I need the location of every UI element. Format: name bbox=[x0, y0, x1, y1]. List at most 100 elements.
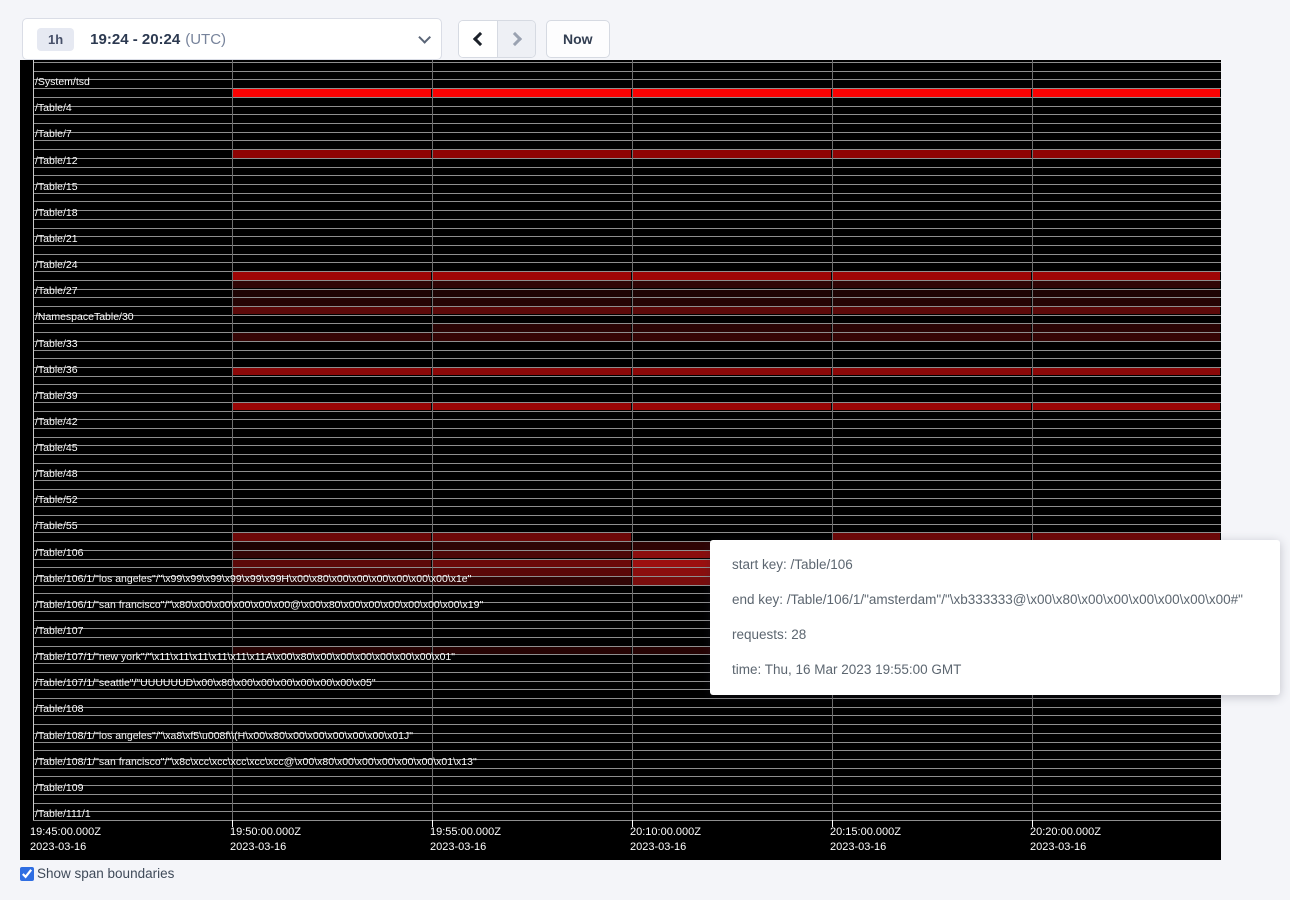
show-span-boundaries-checkbox[interactable] bbox=[20, 867, 34, 881]
heatmap-cell[interactable] bbox=[433, 333, 631, 341]
span-boundary-line bbox=[33, 437, 1221, 438]
heatmap-cell[interactable] bbox=[1033, 290, 1220, 298]
axis-label: 19:45:00.000Z2023-03-16 bbox=[30, 825, 101, 855]
heatmap-cell[interactable] bbox=[633, 298, 831, 306]
heatmap-cell[interactable] bbox=[833, 368, 1031, 376]
heatmap-cell[interactable] bbox=[233, 298, 431, 306]
heatmap-cell[interactable] bbox=[1033, 89, 1220, 97]
heatmap-cell[interactable] bbox=[233, 333, 431, 341]
heatmap-cell[interactable] bbox=[1033, 272, 1220, 280]
span-boundary-line bbox=[33, 471, 1221, 472]
heatmap-cell[interactable] bbox=[833, 298, 1031, 306]
chevron-down-icon bbox=[418, 31, 431, 44]
span-label: /Table/107/1/"new york"/"\x11\x11\x11\x1… bbox=[35, 651, 455, 663]
heatmap-cell[interactable] bbox=[433, 551, 631, 559]
span-boundary-line bbox=[33, 315, 1221, 316]
heatmap-cell[interactable] bbox=[1033, 150, 1220, 158]
time-nav-group bbox=[458, 20, 536, 58]
span-boundary-line bbox=[33, 376, 1221, 377]
span-boundary-line bbox=[33, 71, 1221, 72]
heatmap-cell[interactable] bbox=[433, 89, 631, 97]
heatmap-cell[interactable] bbox=[633, 324, 831, 332]
heatmap-cell[interactable] bbox=[233, 551, 431, 559]
heatmap-cell[interactable] bbox=[233, 368, 431, 376]
heatmap-cell[interactable] bbox=[1033, 298, 1220, 306]
heatmap-cell[interactable] bbox=[833, 89, 1031, 97]
heatmap-cell[interactable] bbox=[633, 403, 831, 411]
next-time-button[interactable] bbox=[497, 21, 535, 57]
column-gridline bbox=[1032, 60, 1033, 820]
span-label: /Table/15 bbox=[35, 181, 78, 193]
heatmap-cell[interactable] bbox=[233, 307, 431, 315]
heatmap-cell[interactable] bbox=[233, 542, 431, 550]
heatmap-cell[interactable] bbox=[833, 290, 1031, 298]
prev-time-button[interactable] bbox=[459, 21, 497, 57]
time-range-selector[interactable]: 1h 19:24 - 20:24 (UTC) bbox=[22, 18, 442, 60]
heatmap-cell[interactable] bbox=[833, 150, 1031, 158]
heatmap-cell[interactable] bbox=[233, 89, 431, 97]
heatmap-cell[interactable] bbox=[633, 290, 831, 298]
heatmap-cell[interactable] bbox=[1033, 281, 1220, 289]
show-span-boundaries-label: Show span boundaries bbox=[37, 866, 174, 881]
span-boundary-line bbox=[33, 341, 1221, 342]
heatmap-cell[interactable] bbox=[433, 542, 631, 550]
heatmap-cell[interactable] bbox=[433, 307, 631, 315]
heatmap-cell[interactable] bbox=[633, 150, 831, 158]
heatmap-cell[interactable] bbox=[833, 307, 1031, 315]
span-boundary-line bbox=[33, 698, 1221, 699]
heatmap-cell[interactable] bbox=[633, 333, 831, 341]
heatmap-cell[interactable] bbox=[433, 298, 631, 306]
heatmap-cell[interactable] bbox=[633, 368, 831, 376]
span-boundary-line bbox=[33, 463, 1221, 464]
now-button[interactable]: Now bbox=[546, 20, 610, 58]
axis-label: 20:20:00.000Z2023-03-16 bbox=[1030, 825, 1101, 855]
heatmap-cell[interactable] bbox=[833, 403, 1031, 411]
span-boundary-line bbox=[33, 803, 1221, 804]
heatmap-cell[interactable] bbox=[1033, 324, 1220, 332]
heatmap-cell[interactable] bbox=[833, 272, 1031, 280]
heatmap-cell[interactable] bbox=[633, 89, 831, 97]
heatmap-cell[interactable] bbox=[433, 150, 631, 158]
heatmap-cell[interactable] bbox=[433, 533, 631, 541]
span-boundary-line bbox=[33, 742, 1221, 743]
heatmap-cell[interactable] bbox=[433, 324, 631, 332]
span-boundary-line bbox=[33, 811, 1221, 812]
column-gridline bbox=[632, 60, 633, 820]
heatmap-cell[interactable] bbox=[433, 403, 631, 411]
span-boundary-line bbox=[33, 785, 1221, 786]
heatmap-cell[interactable] bbox=[833, 281, 1031, 289]
heatmap-cell[interactable] bbox=[633, 307, 831, 315]
span-boundary-line bbox=[33, 184, 1221, 185]
heatmap-cell[interactable] bbox=[233, 281, 431, 289]
span-boundary-line bbox=[33, 114, 1221, 115]
heatmap-cell[interactable] bbox=[833, 333, 1031, 341]
heatmap-cell[interactable] bbox=[233, 533, 431, 541]
heatmap-cell[interactable] bbox=[433, 272, 631, 280]
heatmap-cell[interactable] bbox=[633, 281, 831, 289]
heatmap-cell[interactable] bbox=[1033, 403, 1220, 411]
heatmap-cell[interactable] bbox=[433, 560, 631, 568]
heatmap-cell[interactable] bbox=[633, 272, 831, 280]
axis-label: 19:50:00.000Z2023-03-16 bbox=[230, 825, 301, 855]
heatmap-cell[interactable] bbox=[233, 272, 431, 280]
heatmap-cell[interactable] bbox=[833, 324, 1031, 332]
heatmap-cell[interactable] bbox=[1033, 333, 1220, 341]
heatmap-cell[interactable] bbox=[1033, 307, 1220, 315]
heatmap-cell[interactable] bbox=[233, 403, 431, 411]
heatmap[interactable]: /System/tsd/Table/4/Table/7/Table/12/Tab… bbox=[20, 60, 1221, 860]
span-label: /Table/39 bbox=[35, 390, 78, 402]
span-boundary-line bbox=[33, 106, 1221, 107]
heatmap-cell[interactable] bbox=[433, 647, 631, 655]
heatmap-cell[interactable] bbox=[233, 150, 431, 158]
heatmap-cell[interactable] bbox=[233, 290, 431, 298]
heatmap-cell[interactable] bbox=[433, 368, 631, 376]
heatmap-cell[interactable] bbox=[1033, 368, 1220, 376]
span-boundary-line bbox=[33, 123, 1221, 124]
chevron-right-icon bbox=[507, 32, 521, 46]
heatmap-cell[interactable] bbox=[433, 281, 631, 289]
tooltip-time: time: Thu, 16 Mar 2023 19:55:00 GMT bbox=[732, 660, 1258, 680]
heatmap-cell[interactable] bbox=[433, 290, 631, 298]
span-boundary-line bbox=[33, 750, 1221, 751]
column-gridline bbox=[432, 60, 433, 820]
heatmap-cell[interactable] bbox=[233, 560, 431, 568]
